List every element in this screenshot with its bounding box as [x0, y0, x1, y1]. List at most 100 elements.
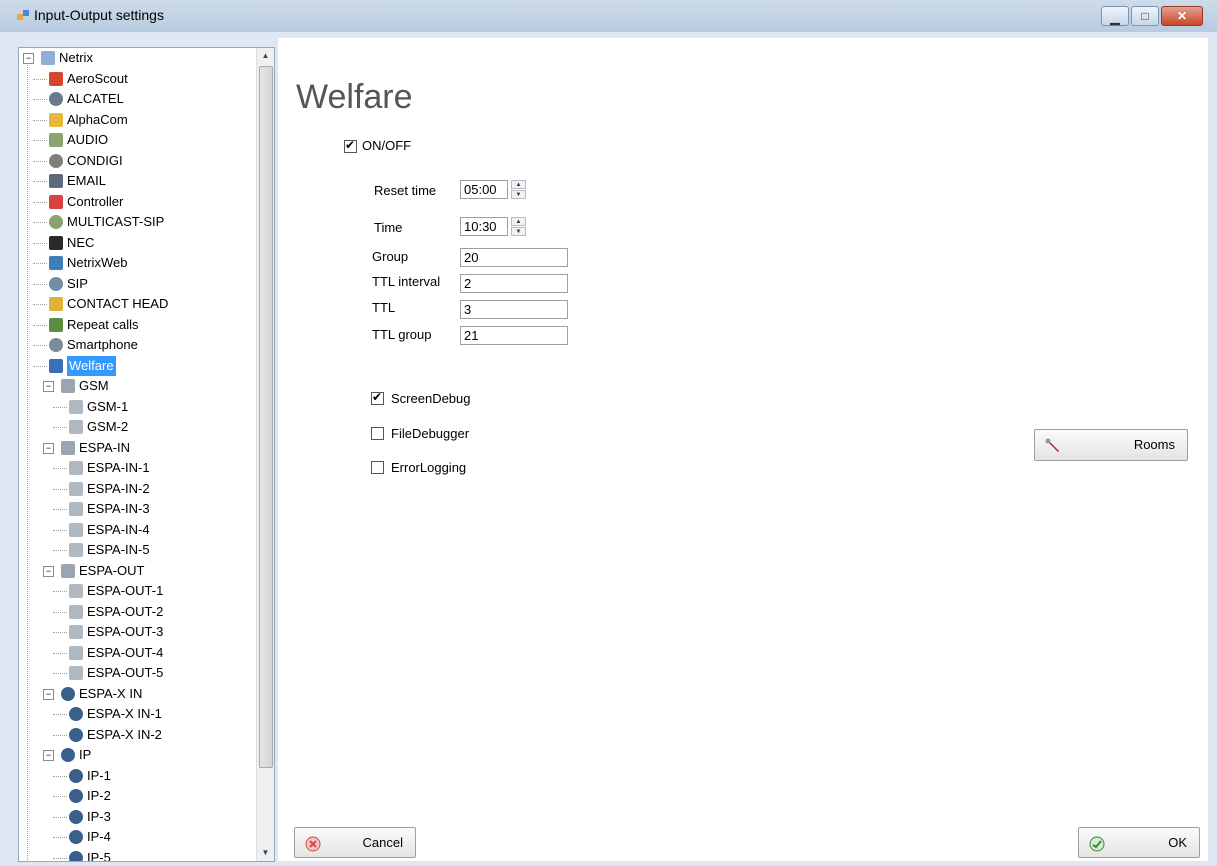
- tree-item-label: GSM-2: [87, 419, 129, 434]
- wrench-icon: [1045, 438, 1059, 452]
- error-logging-label: ErrorLogging: [391, 460, 467, 475]
- tree-connector: [33, 283, 47, 285]
- onoff-checkbox[interactable]: ✔: [344, 138, 357, 153]
- tree-item-multicast-sip[interactable]: MULTICAST-SIP: [19, 212, 255, 232]
- tree-item-ip-3[interactable]: IP-3: [19, 807, 255, 827]
- espa-out-4-icon: [69, 645, 83, 660]
- ttl-label: TTL: [372, 300, 396, 315]
- cancel-button[interactable]: Cancel: [294, 827, 416, 858]
- collapse-icon[interactable]: −: [43, 442, 54, 454]
- tree-item-condigi[interactable]: CONDIGI: [19, 151, 255, 171]
- scroll-thumb[interactable]: [259, 66, 273, 768]
- ok-button[interactable]: OK: [1078, 827, 1200, 858]
- scroll-up-icon[interactable]: ▲: [257, 48, 274, 64]
- time-input[interactable]: [460, 217, 508, 236]
- tree-item-label: ESPA-IN-5: [87, 542, 150, 557]
- tree-item-label: ESPA-IN-1: [87, 460, 150, 475]
- tree-item-repeat-calls[interactable]: Repeat calls: [19, 315, 255, 335]
- close-button[interactable]: ✕: [1161, 6, 1203, 26]
- tree-item-alcatel[interactable]: ALCATEL: [19, 89, 255, 109]
- window-title: Input-Output settings: [34, 7, 164, 23]
- minimize-button[interactable]: ▁: [1101, 6, 1129, 26]
- tree-scrollbar[interactable]: ▲ ▼: [256, 48, 274, 861]
- tree-item-espa-in-5[interactable]: ESPA-IN-5: [19, 540, 255, 560]
- tree-view[interactable]: ▲ ▼ − Netrix AeroScout ALCATEL AlphaCom AUDIO…: [18, 47, 275, 862]
- error-logging-checkbox[interactable]: [371, 461, 384, 474]
- ip-3-icon: [69, 809, 83, 824]
- tree-item-gsm[interactable]: − GSM: [19, 376, 255, 396]
- tree-item-contact-head[interactable]: CONTACT HEAD: [19, 294, 255, 314]
- tree-item-netrix[interactable]: − Netrix: [19, 48, 255, 68]
- collapse-icon[interactable]: −: [23, 53, 34, 64]
- time-label: Time: [374, 220, 403, 235]
- tree-connector: [53, 550, 67, 551]
- tree-item-espa-in-3[interactable]: ESPA-IN-3: [19, 499, 255, 519]
- tree-item-espa-out-3[interactable]: ESPA-OUT-3: [19, 622, 255, 642]
- file-debugger-checkbox[interactable]: [371, 427, 384, 440]
- tree-connector: [33, 201, 47, 203]
- tree-item-aeroscout[interactable]: AeroScout: [19, 69, 255, 89]
- tree-item-ip-4[interactable]: IP-4: [19, 827, 255, 847]
- tree-item-label: ESPA-OUT-5: [87, 665, 164, 680]
- tree-item-smartphone[interactable]: Smartphone: [19, 335, 255, 355]
- tree-item-espa-out-4[interactable]: ESPA-OUT-4: [19, 643, 255, 663]
- tree-item-ip[interactable]: − IP: [19, 745, 255, 765]
- time-spinner[interactable]: ▲ ▼: [511, 217, 527, 236]
- tree-item-ip-2[interactable]: IP-2: [19, 786, 255, 806]
- tree-item-gsm-1[interactable]: GSM-1: [19, 397, 255, 417]
- collapse-icon[interactable]: −: [43, 750, 54, 761]
- tree-item-nec[interactable]: NEC: [19, 233, 255, 253]
- tree-item-ip-5[interactable]: IP-5: [19, 848, 255, 861]
- tree-item-welfare[interactable]: Welfare: [19, 355, 255, 376]
- spin-up-icon[interactable]: ▲: [511, 180, 526, 189]
- tree-item-espa-out-1[interactable]: ESPA-OUT-1: [19, 581, 255, 601]
- screen-debug-checkbox[interactable]: ✔: [371, 390, 384, 405]
- tree-item-espa-in[interactable]: − ESPA-IN: [19, 438, 255, 458]
- spin-down-icon[interactable]: ▼: [511, 227, 526, 236]
- tree-connector: [53, 632, 67, 633]
- ttl-interval-input[interactable]: [460, 274, 568, 293]
- tree-item-label: ESPA-IN: [79, 439, 131, 455]
- ip-icon: [61, 748, 75, 762]
- spin-down-icon[interactable]: ▼: [511, 190, 526, 199]
- ttl-input[interactable]: [460, 300, 568, 319]
- tree-item-espa-out-2[interactable]: ESPA-OUT-2: [19, 602, 255, 622]
- spin-up-icon[interactable]: ▲: [511, 217, 526, 226]
- tree-item-sip[interactable]: SIP: [19, 274, 255, 294]
- ttl-group-input[interactable]: [460, 326, 568, 345]
- tree-item-espa-x-in-2[interactable]: ESPA-X IN-2: [19, 725, 255, 745]
- tree-item-audio[interactable]: AUDIO: [19, 130, 255, 150]
- tree-item-ip-1[interactable]: IP-1: [19, 766, 255, 786]
- ttl-group-label: TTL group: [372, 327, 432, 342]
- tree-item-espa-in-1[interactable]: ESPA-IN-1: [19, 458, 255, 478]
- espa-out-1-icon: [69, 584, 83, 598]
- scroll-down-icon[interactable]: ▼: [257, 845, 274, 861]
- tree-item-espa-x-in-1[interactable]: ESPA-X IN-1: [19, 704, 255, 724]
- tree-item-espa-in-2[interactable]: ESPA-IN-2: [19, 479, 255, 499]
- reset-time-spinner[interactable]: ▲ ▼: [511, 180, 527, 199]
- collapse-icon[interactable]: −: [43, 688, 54, 700]
- tree-item-espa-out[interactable]: − ESPA-OUT: [19, 561, 255, 581]
- tree-item-controller[interactable]: Controller: [19, 192, 255, 212]
- espa-out-2-icon: [69, 604, 83, 619]
- ip-5-icon: [69, 850, 83, 861]
- espa-in-2-icon: [69, 481, 83, 496]
- maximize-button[interactable]: □: [1131, 6, 1159, 26]
- tree-item-gsm-2[interactable]: GSM-2: [19, 417, 255, 437]
- collapse-icon[interactable]: −: [43, 381, 54, 392]
- ok-icon: [1089, 836, 1105, 852]
- tree-item-label: ESPA-X IN-2: [87, 726, 162, 742]
- reset-time-input[interactable]: [460, 180, 508, 199]
- tree-connector: [53, 468, 67, 469]
- tree-item-email[interactable]: EMAIL: [19, 171, 255, 191]
- rooms-button[interactable]: Rooms: [1034, 429, 1188, 461]
- tree-item-espa-in-4[interactable]: ESPA-IN-4: [19, 520, 255, 540]
- espa-in-icon: [61, 440, 75, 455]
- tree-connector: [53, 857, 67, 859]
- group-input[interactable]: [460, 248, 568, 267]
- collapse-icon[interactable]: −: [43, 565, 54, 577]
- tree-item-alphacom[interactable]: AlphaCom: [19, 110, 255, 130]
- tree-item-espa-out-5[interactable]: ESPA-OUT-5: [19, 663, 255, 683]
- tree-item-netrixweb[interactable]: NetrixWeb: [19, 253, 255, 273]
- tree-item-espa-x-in[interactable]: − ESPA-X IN: [19, 684, 255, 704]
